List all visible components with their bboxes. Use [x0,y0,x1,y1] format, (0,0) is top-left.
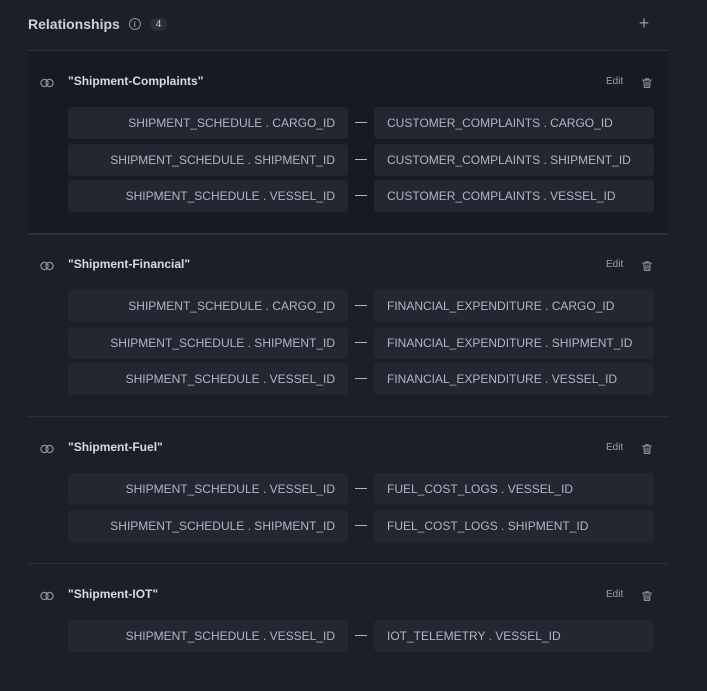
edit-button[interactable]: Edit [606,259,623,270]
mapping-connector [355,158,367,160]
relationship-header: "Shipment-Financial" Edit [28,234,668,271]
edit-button[interactable]: Edit [606,76,623,87]
mapping-row: SHIPMENT_SCHEDULE . VESSEL_ID FINANCIAL_E… [68,363,654,395]
trash-icon[interactable] [641,589,653,601]
mapping-connector [355,488,367,489]
link-icon [40,441,54,454]
target-field[interactable]: FINANCIAL_EXPENDITURE . SHIPMENT_ID [374,326,654,359]
section-title: Relationships [28,16,120,32]
mapping-row: SHIPMENT_SCHEDULE . SHIPMENT_ID FUEL_COST… [68,509,654,542]
target-field[interactable]: FINANCIAL_EXPENDITURE . CARGO_ID [374,290,654,322]
relationship-name: "Shipment-Fuel" [68,440,163,454]
link-icon [40,258,54,271]
source-field[interactable]: SHIPMENT_SCHEDULE . SHIPMENT_ID [68,143,348,176]
add-relationship-button[interactable]: + [634,12,654,36]
source-field[interactable]: SHIPMENT_SCHEDULE . VESSEL_ID [68,473,348,505]
relationship-header: "Shipment-Complaints" Edit [28,51,668,88]
mapping-connector [355,122,367,123]
relationship-name: "Shipment-Complaints" [68,74,204,88]
target-field[interactable]: CUSTOMER_COMPLAINTS . SHIPMENT_ID [374,143,654,176]
mapping-row: SHIPMENT_SCHEDULE . CARGO_ID FINANCIAL_EX… [68,290,654,322]
target-field[interactable]: IOT_TELEMETRY . VESSEL_ID [374,620,654,652]
relationship-card: "Shipment-Complaints" Edit SHIPMENT_SCHEDU… [28,50,668,235]
target-field[interactable]: CUSTOMER_COMPLAINTS . VESSEL_ID [374,180,654,212]
target-field[interactable]: CUSTOMER_COMPLAINTS . CARGO_ID [374,107,654,139]
trash-icon[interactable] [641,442,653,454]
edit-button[interactable]: Edit [606,442,623,453]
mapping-connector [355,524,367,526]
mapping-connector [355,378,367,379]
target-field[interactable]: FINANCIAL_EXPENDITURE . VESSEL_ID [374,363,654,395]
source-field[interactable]: SHIPMENT_SCHEDULE . CARGO_ID [68,290,348,322]
source-field[interactable]: SHIPMENT_SCHEDULE . VESSEL_ID [68,363,348,395]
target-field[interactable]: FUEL_COST_LOGS . SHIPMENT_ID [374,509,654,542]
trash-icon[interactable] [641,259,653,271]
mapping-row: SHIPMENT_SCHEDULE . VESSEL_ID FUEL_COST_L… [68,473,654,505]
relationship-header: "Shipment-Fuel" Edit [28,417,668,454]
mapping-row: SHIPMENT_SCHEDULE . VESSEL_ID CUSTOMER_CO… [68,180,654,212]
count-badge: 4 [149,17,168,31]
mapping-row: SHIPMENT_SCHEDULE . VESSEL_ID IOT_TELEMET… [68,620,654,652]
mapping-connector [355,341,367,343]
source-field[interactable]: SHIPMENT_SCHEDULE . CARGO_ID [68,107,348,139]
relationship-name: "Shipment-Financial" [68,257,191,271]
trash-icon[interactable] [641,76,653,88]
source-field[interactable]: SHIPMENT_SCHEDULE . VESSEL_ID [68,620,348,652]
link-icon [40,75,54,88]
mapping-connector [355,305,367,306]
mapping-row: SHIPMENT_SCHEDULE . CARGO_ID CUSTOMER_COM… [68,107,654,139]
relationship-card: "Shipment-IOT" Edit SHIPMENT_SCHEDULE . VE… [28,563,668,674]
info-icon[interactable]: i [128,18,141,30]
source-field[interactable]: SHIPMENT_SCHEDULE . SHIPMENT_ID [68,326,348,359]
relationship-card: "Shipment-Fuel" Edit SHIPMENT_SCHEDULE . V… [28,416,668,564]
source-field[interactable]: SHIPMENT_SCHEDULE . SHIPMENT_ID [68,509,348,542]
mapping-row: SHIPMENT_SCHEDULE . SHIPMENT_ID FINANCIAL… [68,326,654,359]
relationships-header: Relationships i 4 + [28,12,668,36]
relationship-header: "Shipment-IOT" Edit [28,564,668,601]
link-icon [40,588,54,601]
edit-button[interactable]: Edit [606,589,623,600]
mapping-connector [355,195,367,196]
target-field[interactable]: FUEL_COST_LOGS . VESSEL_ID [374,473,654,505]
relationship-name: "Shipment-IOT" [68,587,159,601]
mapping-connector [355,635,367,636]
source-field[interactable]: SHIPMENT_SCHEDULE . VESSEL_ID [68,180,348,212]
relationship-card: "Shipment-Financial" Edit SHIPMENT_SCHEDUL… [28,233,668,417]
mapping-row: SHIPMENT_SCHEDULE . SHIPMENT_ID CUSTOMER_… [68,143,654,176]
